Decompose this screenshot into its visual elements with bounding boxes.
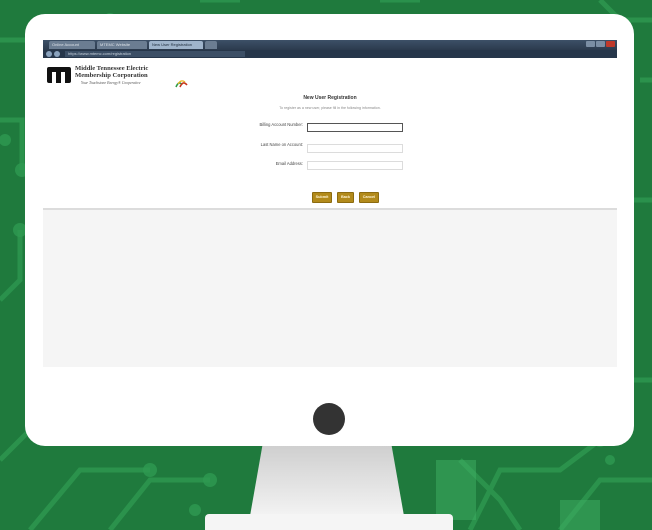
url-input[interactable]: https://www.mtemc.com/registration xyxy=(65,51,245,57)
web-page: Middle Tennessee Electric Membership Cor… xyxy=(43,58,617,367)
form-intro: To register as a new user, please fill i… xyxy=(279,106,381,110)
browser-tab-2[interactable]: MTEMC Website xyxy=(97,41,147,49)
logo-tagline: Your Touchstone Energy® Cooperative xyxy=(81,81,141,85)
email-input[interactable] xyxy=(307,161,403,170)
billing-account-input[interactable] xyxy=(307,123,403,132)
last-name-label: Last Name on Account: xyxy=(260,142,303,147)
back-button[interactable]: Back xyxy=(337,192,354,203)
logo-swirl-icon xyxy=(175,80,188,88)
browser-addressbar: https://www.mtemc.com/registration xyxy=(43,50,617,58)
logo-mark-icon xyxy=(47,67,71,83)
close-icon[interactable] xyxy=(606,41,615,47)
minimize-icon[interactable] xyxy=(586,41,595,47)
email-label: Email Address: xyxy=(275,161,303,166)
browser-tab-3[interactable]: New User Registration xyxy=(149,41,203,49)
cancel-button[interactable]: Cancel xyxy=(359,192,379,203)
camera-dot-icon xyxy=(313,403,345,435)
form-title: New User Registration xyxy=(303,95,357,101)
monitor-stand xyxy=(250,446,404,516)
submit-button[interactable]: Submit xyxy=(312,192,332,203)
logo-name-line2: Membership Corporation xyxy=(75,72,148,79)
mtemc-logo: Middle Tennessee Electric Membership Cor… xyxy=(47,64,197,90)
browser-tab-1[interactable]: Online Account xyxy=(49,41,95,49)
logo-name-line1: Middle Tennessee Electric xyxy=(75,65,149,72)
forward-arrow-icon[interactable] xyxy=(54,51,60,57)
page-empty-area xyxy=(43,210,617,367)
maximize-icon[interactable] xyxy=(596,41,605,47)
new-tab-button[interactable] xyxy=(205,41,217,49)
monitor-screen: Online Account MTEMC Website New User Re… xyxy=(43,40,617,367)
billing-account-label: Billing Account Number: xyxy=(259,122,303,127)
monitor-stand-base xyxy=(205,514,453,530)
back-arrow-icon[interactable] xyxy=(46,51,52,57)
browser-titlebar: Online Account MTEMC Website New User Re… xyxy=(43,40,617,50)
last-name-input[interactable] xyxy=(307,144,403,153)
window-controls xyxy=(586,41,615,47)
